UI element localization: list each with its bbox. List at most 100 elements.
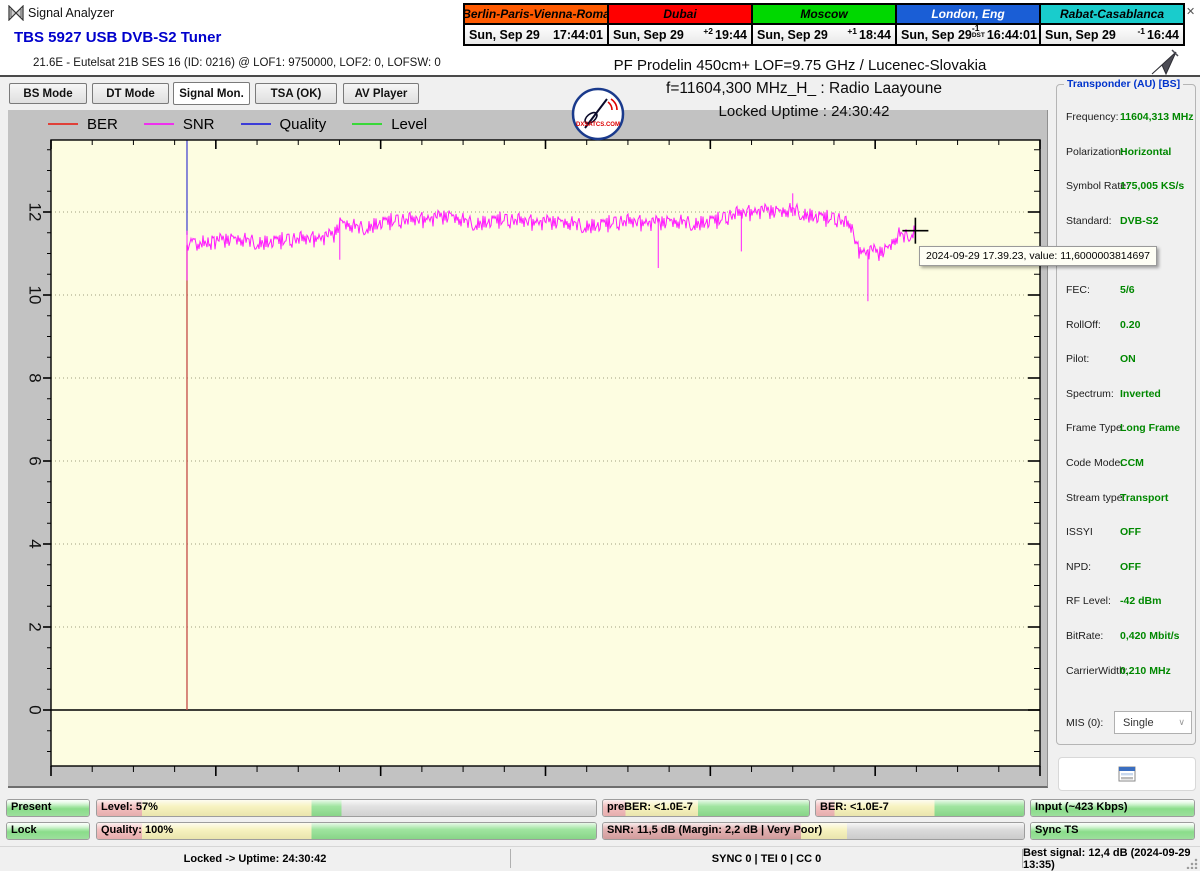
tp-value-stream-type-: Transport [1120, 491, 1169, 504]
plot-area[interactable] [51, 140, 1040, 766]
status-bar-snr: SNR: 11,5 dB (Margin: 2,2 dB | Very Poor… [602, 822, 1025, 840]
y-tick-label: 0 [26, 705, 45, 714]
clock-city-label: Dubai [609, 5, 751, 26]
y-tick-label: 10 [26, 286, 45, 305]
clock-berlin-paris-vienna-roma: Berlin-Paris-Vienna-Roma Sun, Sep 29 17:44… [465, 5, 609, 44]
clock-time: Sun, Sep 29 -1 16:44 [1041, 25, 1183, 44]
tp-value-spectrum-: Inverted [1120, 387, 1161, 400]
panel-tool-button[interactable] [1058, 757, 1196, 791]
resize-grip[interactable] [1186, 856, 1199, 869]
tp-label-stream-type-: Stream type: [1066, 491, 1126, 504]
tab-dt-mode[interactable]: DT Mode [92, 83, 169, 104]
tp-label-frame-type-: Frame Type: [1066, 422, 1125, 435]
tp-label-rf-level-: RF Level: [1066, 595, 1111, 608]
status-bar-ber: BER: <1.0E-7 [815, 799, 1025, 817]
legend-swatch [48, 123, 78, 125]
y-tick-label: 12 [26, 203, 45, 222]
window-title: Signal Analyzer [28, 6, 115, 20]
tuner-title: TBS 5927 USB DVB-S2 Tuner [14, 29, 222, 46]
chart-legend: BER SNR Quality Level [48, 113, 427, 135]
status-bar-lock: Lock [6, 822, 90, 840]
clock-time: Sun, Sep 29 17:44:01 [465, 25, 607, 44]
status-bar-label: Lock [11, 824, 37, 836]
tp-label-issyi: ISSYI [1066, 526, 1093, 539]
status-bar-label: Sync TS [1035, 824, 1079, 836]
chart-panel: BER SNR Quality Level 0 2 4 6 8 10 12 [8, 110, 1048, 788]
mis-value: Single [1123, 716, 1154, 729]
legend-swatch [240, 123, 271, 125]
legend-item-snr: SNR [143, 116, 215, 133]
y-tick-label: 8 [26, 373, 45, 382]
status-bar-quality: Quality: 100% [96, 822, 597, 840]
chart-tooltip: 2024-09-29 17.39.23, value: 11,600000381… [919, 246, 1158, 266]
dxsatcs-logo: DXSATCS.COM [571, 87, 625, 141]
statusbar-uptime: Locked -> Uptime: 24:30:42 [183, 852, 327, 865]
clock-city-label: London, Eng [897, 5, 1039, 26]
tp-label-carrierwidth-: CarrierWidth: [1066, 664, 1128, 677]
legend-item-level: Level [352, 116, 427, 133]
status-bar-level: Level: 57% [96, 799, 597, 817]
clock-london-eng: London, Eng Sun, Sep 29 -1 DST 16:44:01 [897, 5, 1041, 44]
world-clocks: Berlin-Paris-Vienna-Roma Sun, Sep 29 17:44… [463, 3, 1185, 46]
tp-label-npd-: NPD: [1066, 560, 1092, 573]
tp-value-bitrate-: 0,420 Mbit/s [1120, 630, 1180, 642]
transponder-panel: Transponder (AU) [BS] Frequency: 11604,31… [1056, 78, 1196, 745]
legend-swatch [352, 123, 383, 125]
tp-value-frequency-: 11604,313 MHz [1120, 111, 1194, 123]
tp-value-standard-: DVB-S2 [1120, 214, 1159, 227]
clock-city-label: Rabat-Casablanca [1041, 5, 1183, 26]
mis-select[interactable]: Single ∨ [1114, 711, 1192, 734]
signal-chart[interactable]: 0 2 4 6 8 10 12 [8, 110, 1048, 788]
tp-label-frequency-: Frequency: [1066, 111, 1119, 123]
clock-city-label: Moscow [753, 5, 895, 26]
record-list-icon [1118, 766, 1136, 782]
window-close-icon[interactable]: ✕ [1186, 5, 1195, 18]
clock-city-label: Berlin-Paris-Vienna-Roma [465, 5, 607, 26]
dish-info: PF Prodelin 450cm+ LOF=9.75 GHz / Lucene… [613, 57, 987, 74]
tp-value-carrierwidth-: 0,210 MHz [1120, 664, 1171, 677]
mouse-cursor-icon [1151, 49, 1179, 76]
y-tick-label: 4 [26, 539, 45, 548]
tp-label-pilot-: Pilot: [1066, 353, 1090, 366]
tab-av-player[interactable]: AV Player [343, 83, 419, 104]
status-bar-label: Quality: 100% [101, 824, 174, 836]
statusbar-best-signal: Best signal: 12,4 dB (2024-09-29 13:35) [1023, 846, 1191, 871]
signal-analyzer-window: Signal Analyzer ✕ Berlin-Paris-Vienna-Ro… [0, 0, 1200, 871]
locked-uptime: Locked Uptime : 24:30:42 [718, 103, 890, 120]
tp-value-fec-: 5/6 [1120, 284, 1135, 296]
status-bar-label: preBER: <1.0E-7 [607, 801, 693, 813]
tp-label-code-mode-: Code Mode: [1066, 457, 1124, 469]
status-bar-label: Level: 57% [101, 801, 158, 813]
status-bar-label: Input (~423 Kbps) [1035, 801, 1128, 813]
tp-label-fec-: FEC: [1066, 284, 1090, 296]
tp-value-rf-level-: -42 dBm [1120, 595, 1162, 608]
tab-signal-mon-[interactable]: Signal Mon. [173, 82, 250, 105]
app-icon [8, 5, 24, 21]
clock-time: Sun, Sep 29 +2 19:44 [609, 25, 751, 44]
tp-label-rolloff-: RollOff: [1066, 318, 1101, 331]
header-divider [0, 75, 1200, 77]
tp-value-frame-type-: Long Frame [1120, 422, 1181, 435]
clock-time: Sun, Sep 29 +1 18:44 [753, 25, 895, 44]
y-tick-label: 2 [26, 622, 45, 631]
statusbar-sync: SYNC 0 | TEI 0 | CC 0 [711, 852, 822, 865]
tp-label-spectrum-: Spectrum: [1066, 387, 1114, 400]
legend-item-quality: Quality [240, 116, 326, 133]
svg-text:DXSATCS.COM: DXSATCS.COM [576, 122, 620, 128]
chevron-down-icon: ∨ [1178, 717, 1185, 727]
tab-bs-mode[interactable]: BS Mode [9, 83, 87, 104]
tp-value-rolloff-: 0.20 [1120, 318, 1141, 331]
tp-value-code-mode-: CCM [1120, 457, 1144, 469]
tab-tsa-ok-[interactable]: TSA (OK) [255, 83, 337, 104]
tp-label-standard-: Standard: [1066, 214, 1112, 227]
statusbar: Locked -> Uptime: 24:30:42 SYNC 0 | TEI … [0, 846, 1200, 871]
legend-item-ber: BER [48, 116, 118, 133]
status-bar-preber: preBER: <1.0E-7 [602, 799, 810, 817]
status-bar-sync-ts: Sync TS [1030, 822, 1195, 840]
clock-moscow: Moscow Sun, Sep 29 +1 18:44 [753, 5, 897, 44]
status-bar-label: SNR: 11,5 dB (Margin: 2,2 dB | Very Poor… [607, 824, 823, 836]
tp-value-npd-: OFF [1120, 560, 1141, 573]
frequency-title: f=11604,300 MHz_H_ : Radio Laayoune [666, 80, 942, 97]
clock-dubai: Dubai Sun, Sep 29 +2 19:44 [609, 5, 753, 44]
tp-value-symbol-rate-: 175,005 KS/s [1120, 180, 1185, 193]
